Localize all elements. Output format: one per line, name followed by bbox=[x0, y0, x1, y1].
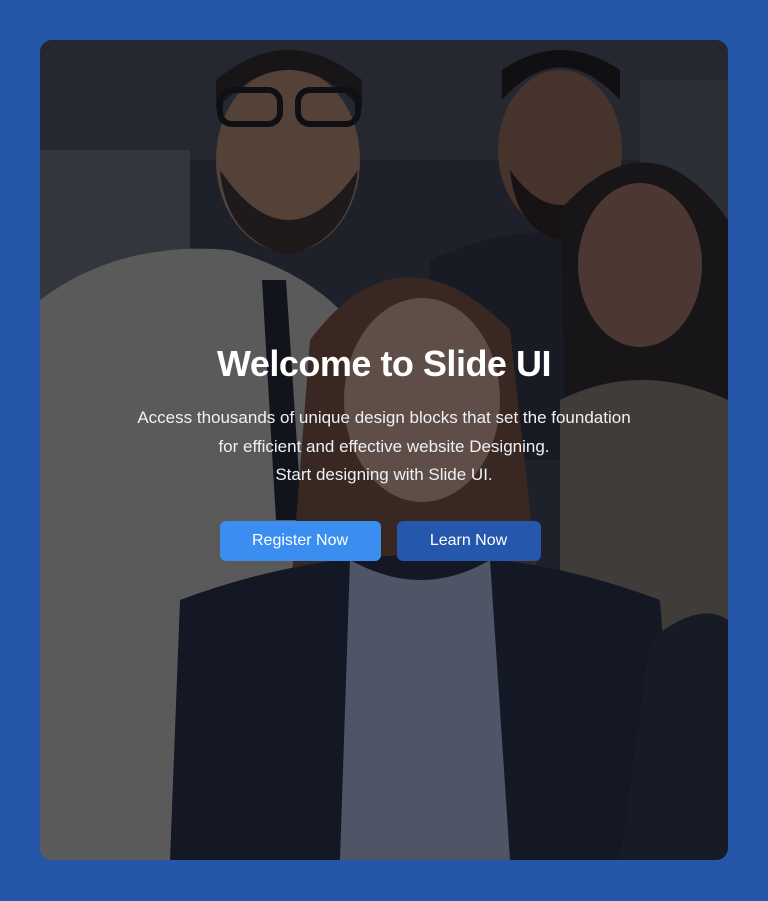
hero-actions: Register Now Learn Now bbox=[40, 520, 728, 561]
hero-description: Access thousands of unique design blocks… bbox=[84, 404, 684, 490]
hero-banner: Welcome to Slide UI Access thousands of … bbox=[40, 40, 728, 860]
page-background: Welcome to Slide UI Access thousands of … bbox=[0, 0, 768, 901]
hero-content: Welcome to Slide UI Access thousands of … bbox=[40, 340, 728, 561]
hero-description-line: Start designing with Slide UI. bbox=[275, 465, 493, 484]
register-now-button[interactable]: Register Now bbox=[219, 520, 381, 561]
hero-description-line: Access thousands of unique design blocks… bbox=[137, 408, 631, 427]
hero-title: Welcome to Slide UI bbox=[217, 343, 551, 384]
hero-description-line: for efficient and effective website Desi… bbox=[218, 436, 550, 456]
learn-now-button[interactable]: Learn Now bbox=[396, 520, 541, 561]
